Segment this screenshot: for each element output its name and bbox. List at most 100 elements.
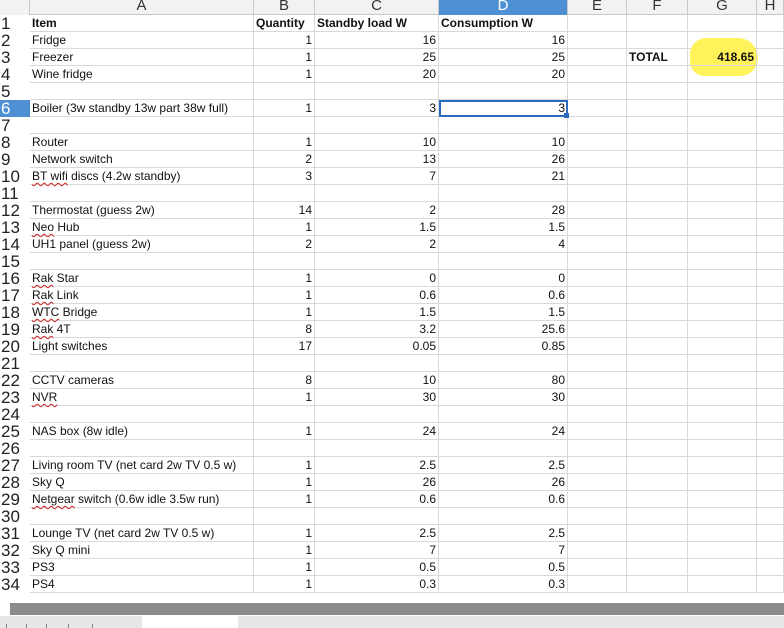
cell-item[interactable]: Boiler (3w standby 13w part 38w full) xyxy=(30,100,254,117)
cell-standby-load[interactable] xyxy=(315,185,439,202)
cell-empty[interactable] xyxy=(568,406,627,423)
cell-empty[interactable] xyxy=(757,134,784,151)
cell-item[interactable] xyxy=(30,406,254,423)
cell-item[interactable] xyxy=(30,117,254,134)
cell-empty[interactable] xyxy=(757,355,784,372)
cell-standby-load[interactable] xyxy=(315,253,439,270)
cell-item[interactable] xyxy=(30,355,254,372)
cell-empty[interactable] xyxy=(757,15,784,32)
cell-empty[interactable] xyxy=(757,117,784,134)
cell-quantity[interactable]: 1 xyxy=(254,270,315,287)
row-number[interactable]: 7 xyxy=(0,117,30,134)
cell-empty[interactable] xyxy=(627,440,688,457)
row-number[interactable]: 4 xyxy=(0,66,30,83)
cell-standby-load[interactable]: 3.2 xyxy=(315,321,439,338)
cell-empty[interactable] xyxy=(688,355,757,372)
row-number[interactable]: 20 xyxy=(0,338,30,355)
column-header-d[interactable]: D xyxy=(439,0,568,15)
cell-standby-load[interactable]: 0.05 xyxy=(315,338,439,355)
cell-quantity[interactable]: 8 xyxy=(254,372,315,389)
cell-empty[interactable] xyxy=(568,542,627,559)
cell-empty[interactable] xyxy=(568,457,627,474)
cell-standby-load[interactable] xyxy=(315,508,439,525)
row-number[interactable]: 9 xyxy=(0,151,30,168)
cell-empty[interactable] xyxy=(688,117,757,134)
cell-empty[interactable] xyxy=(688,151,757,168)
cell-consumption[interactable]: 0.6 xyxy=(439,491,568,508)
cell-quantity[interactable]: 1 xyxy=(254,66,315,83)
cell-item[interactable]: Rak Star xyxy=(30,270,254,287)
cell-consumption[interactable]: 0.6 xyxy=(439,287,568,304)
cell-empty[interactable] xyxy=(757,100,784,117)
cell-empty[interactable] xyxy=(757,321,784,338)
cell-consumption[interactable] xyxy=(439,508,568,525)
cell-empty[interactable] xyxy=(757,457,784,474)
cell-empty[interactable] xyxy=(627,219,688,236)
row-number[interactable]: 31 xyxy=(0,525,30,542)
total-label[interactable]: TOTAL xyxy=(627,49,688,66)
row-number[interactable]: 32 xyxy=(0,542,30,559)
cell-standby-load[interactable]: 0.6 xyxy=(315,287,439,304)
row-number[interactable]: 22 xyxy=(0,372,30,389)
cell-item[interactable] xyxy=(30,508,254,525)
cell-standby-load[interactable]: 1.5 xyxy=(315,219,439,236)
cell-empty[interactable] xyxy=(627,474,688,491)
cell-item[interactable]: Wine fridge xyxy=(30,66,254,83)
cell-consumption[interactable]: 1.5 xyxy=(439,219,568,236)
cell-empty[interactable] xyxy=(627,100,688,117)
cell-standby-load[interactable] xyxy=(315,406,439,423)
column-header-b[interactable]: B xyxy=(254,0,315,15)
row-number[interactable]: 24 xyxy=(0,406,30,423)
cell-consumption[interactable]: 30 xyxy=(439,389,568,406)
cell-empty[interactable] xyxy=(627,66,688,83)
cell-standby-load[interactable]: 1.5 xyxy=(315,304,439,321)
cell-item[interactable]: PS3 xyxy=(30,559,254,576)
cell-empty[interactable] xyxy=(688,304,757,321)
cell-empty[interactable] xyxy=(688,406,757,423)
cell-empty[interactable] xyxy=(568,576,627,593)
cell-empty[interactable] xyxy=(627,559,688,576)
cell-quantity[interactable] xyxy=(254,253,315,270)
fill-handle[interactable] xyxy=(564,113,569,118)
row-number[interactable]: 15 xyxy=(0,253,30,270)
cell-empty[interactable] xyxy=(568,49,627,66)
cell-item[interactable]: Network switch xyxy=(30,151,254,168)
total-value[interactable]: 418.65 xyxy=(688,49,757,66)
cell-empty[interactable] xyxy=(568,508,627,525)
cell-empty[interactable] xyxy=(627,406,688,423)
cell-standby-load[interactable] xyxy=(315,355,439,372)
cell-standby-load[interactable] xyxy=(315,440,439,457)
cell-item[interactable]: Neo Hub xyxy=(30,219,254,236)
cell-standby-load[interactable]: 26 xyxy=(315,474,439,491)
cell-empty[interactable] xyxy=(627,355,688,372)
cell-empty[interactable] xyxy=(757,236,784,253)
cell-standby-load[interactable] xyxy=(315,117,439,134)
cell-consumption[interactable]: 21 xyxy=(439,168,568,185)
cell-quantity[interactable] xyxy=(254,83,315,100)
cell-empty[interactable] xyxy=(627,525,688,542)
cell-consumption[interactable] xyxy=(439,440,568,457)
row-number[interactable]: 19 xyxy=(0,321,30,338)
cell-empty[interactable] xyxy=(688,576,757,593)
cell-empty[interactable] xyxy=(688,474,757,491)
cell-item[interactable]: WTC Bridge xyxy=(30,304,254,321)
cell-item[interactable]: UH1 panel (guess 2w) xyxy=(30,236,254,253)
cell-empty[interactable] xyxy=(757,202,784,219)
row-number[interactable]: 12 xyxy=(0,202,30,219)
row-number[interactable]: 6 xyxy=(0,100,30,117)
cell-quantity[interactable]: 1 xyxy=(254,559,315,576)
cell-empty[interactable] xyxy=(688,457,757,474)
select-all-corner[interactable] xyxy=(0,0,30,15)
cell-empty[interactable] xyxy=(627,168,688,185)
cell-empty[interactable] xyxy=(688,219,757,236)
cell-standby-load[interactable]: 2.5 xyxy=(315,457,439,474)
cell-item[interactable] xyxy=(30,83,254,100)
cell-empty[interactable] xyxy=(688,525,757,542)
cell-empty[interactable] xyxy=(688,168,757,185)
cell-empty[interactable] xyxy=(568,236,627,253)
cell-item[interactable]: Sky Q xyxy=(30,474,254,491)
cell-empty[interactable] xyxy=(568,202,627,219)
cell-empty[interactable] xyxy=(757,389,784,406)
cell-empty[interactable] xyxy=(688,202,757,219)
cell-empty[interactable] xyxy=(627,202,688,219)
